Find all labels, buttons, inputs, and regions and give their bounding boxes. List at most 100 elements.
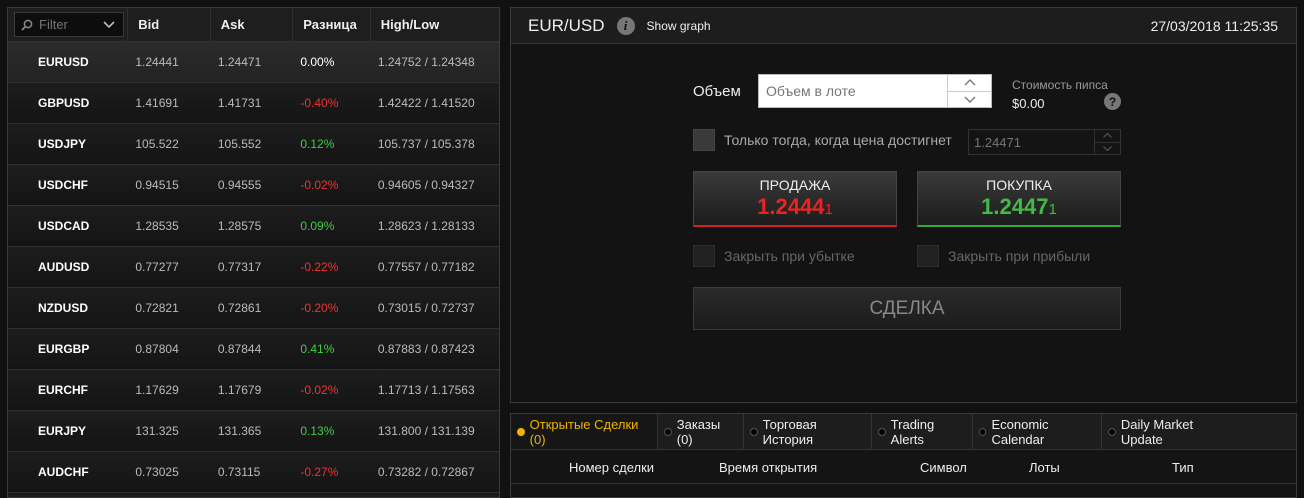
tab-daily-market-update[interactable]: Daily Market Update [1102,414,1242,449]
col-symbol[interactable]: Символ [920,460,967,475]
sell-label: ПРОДАЖА [759,177,831,193]
pip-cost-label: Стоимость пипса [1012,78,1108,92]
info-icon[interactable]: i [616,16,635,35]
col-change[interactable]: Разница [292,8,370,41]
chevron-down-icon[interactable] [948,92,991,108]
tab-orders[interactable]: Заказы (0) [658,414,744,449]
quotes-panel: Bid Ask Разница High/Low EURUSD 1.24441 1.… [7,7,500,498]
col-type[interactable]: Тип [1172,460,1194,475]
sell-price-pip: 1 [824,201,833,218]
datetime: 27/03/2018 11:25:35 [1150,17,1278,34]
sell-button[interactable]: ПРОДАЖА 1.24441 [693,171,897,227]
quote-symbol: EURGBP [38,342,90,356]
chevron-down-icon[interactable] [103,18,117,32]
quote-ask: 0.94555 [217,178,262,192]
quote-bid: 1.28535 [135,219,179,233]
quote-highlow: 0.94605 / 0.94327 [377,178,475,192]
quote-row-audchf[interactable]: AUDCHF 0.73025 0.73115 -0.27% 0.73282 / 0.72… [8,452,499,493]
pip-cost-value: $0.00 [1012,96,1045,111]
quote-highlow: 0.73015 / 0.72737 [377,301,475,315]
positions-panel: Открытые Сделки (0) Заказы (0) Торговая … [510,413,1297,498]
buy-price-pip: 1 [1048,201,1057,218]
help-icon[interactable]: ? [1104,93,1121,110]
quote-symbol: USDCAD [38,219,90,233]
quote-symbol: GBPUSD [38,96,90,110]
quote-change: -0.40% [300,96,339,110]
quote-change: -0.22% [300,260,339,274]
quote-row-usdjpy[interactable]: USDJPY 105.522 105.552 0.12% 105.737 / 105.3… [8,124,499,165]
quote-highlow: 1.42422 / 1.41520 [377,96,475,110]
condition-price-field[interactable] [968,129,1121,155]
sell-price: 1.24441 [757,194,833,220]
quote-highlow: 0.87883 / 0.87423 [377,342,475,356]
quote-symbol: EURJPY [38,424,87,438]
quote-row-gbpusd[interactable]: GBPUSD 1.41691 1.41731 -0.40% 1.42422 / 1.41… [8,83,499,124]
quote-row-audusd[interactable]: AUDUSD 0.77277 0.77317 -0.22% 0.77557 / 0.77… [8,247,499,288]
quote-symbol: AUDUSD [38,260,90,274]
positions-tabs: Открытые Сделки (0) Заказы (0) Торговая … [511,414,1296,450]
quote-ask: 0.73115 [217,465,261,479]
filter-input[interactable] [39,17,95,32]
quotes-list: EURUSD 1.24441 1.24471 0.00% 1.24752 / 1.243… [8,42,499,493]
status-dot-icon [517,427,525,436]
show-graph-link[interactable]: Show graph [647,19,711,33]
volume-field[interactable] [758,74,992,108]
quote-row-nzdusd[interactable]: NZDUSD 0.72821 0.72861 -0.20% 0.73015 / 0.72… [8,288,499,329]
buy-price: 1.24471 [981,194,1057,220]
condition-checkbox[interactable] [693,129,715,151]
tab-label: Trading Alerts [890,416,935,447]
quote-row-eurjpy[interactable]: EURJPY 131.325 131.365 0.13% 131.800 / 131.1… [8,411,499,452]
quote-row-eurchf[interactable]: EURCHF 1.17629 1.17679 -0.02% 1.17713 / 1.17… [8,370,499,411]
quote-ask: 1.17679 [217,383,262,397]
chevron-up-icon[interactable] [948,75,991,92]
tab-economic-calendar[interactable]: Economic Calendar [973,414,1102,449]
quote-symbol: USDCHF [38,178,88,192]
volume-stepper[interactable] [947,75,991,107]
col-highlow[interactable]: High/Low [369,8,499,41]
quote-row-usdchf[interactable]: USDCHF 0.94515 0.94555 -0.02% 0.94605 / 0.94… [8,165,499,206]
col-bid[interactable]: Bid [127,8,210,41]
col-trade-number[interactable]: Номер сделки [569,460,654,475]
deal-button[interactable]: СДЕЛКА [693,287,1121,330]
take-profit-label: Закрыть при прибыли [948,248,1091,264]
tab-trade-history[interactable]: Торговая История [744,414,872,449]
chevron-down-icon[interactable] [1095,143,1120,155]
condition-label: Только тогда, когда цена достигнет [724,132,952,148]
condition-stepper[interactable] [1094,130,1120,154]
quote-bid: 1.17629 [135,383,179,397]
chevron-up-icon[interactable] [1095,130,1120,143]
volume-label: Объем [693,83,741,100]
stop-loss-checkbox[interactable] [693,245,715,267]
quote-bid: 0.73025 [135,465,179,479]
quote-bid: 1.24441 [135,55,179,69]
quote-change: -0.27% [300,465,339,479]
tab-open-trades[interactable]: Открытые Сделки (0) [511,414,658,449]
quote-row-eurusd[interactable]: EURUSD 1.24441 1.24471 0.00% 1.24752 / 1.243… [8,42,499,83]
condition-price-input[interactable] [969,130,1094,154]
buy-button[interactable]: ПОКУПКА 1.24471 [917,171,1121,227]
tab-label: Заказы (0) [676,416,721,447]
trade-panel: EUR/USD i Show graph 27/03/2018 11:25:35… [510,7,1297,403]
filter-box[interactable] [14,12,124,37]
volume-input[interactable] [759,75,947,107]
take-profit-checkbox[interactable] [917,245,939,267]
pair-title: EUR/USD [528,15,605,35]
tab-label: Economic Calendar [991,416,1049,447]
col-lots[interactable]: Лоты [1029,460,1060,475]
quote-bid: 0.94515 [135,178,179,192]
quote-change: 0.09% [300,219,335,233]
col-open-time[interactable]: Время открытия [719,460,817,475]
quote-bid: 1.41691 [135,96,179,110]
quote-symbol: EURCHF [38,383,88,397]
quote-row-usdcad[interactable]: USDCAD 1.28535 1.28575 0.09% 1.28623 / 1.281… [8,206,499,247]
tab-label: Открытые Сделки (0) [529,416,639,447]
quote-row-eurgbp[interactable]: EURGBP 0.87804 0.87844 0.41% 0.87883 / 0.874… [8,329,499,370]
tab-label: Торговая История [762,416,817,447]
quote-change: 0.12% [300,137,335,151]
quote-highlow: 0.77557 / 0.77182 [377,260,475,274]
quote-change: -0.02% [300,383,339,397]
tab-trading-alerts[interactable]: Trading Alerts [872,414,973,449]
tab-label: Daily Market Update [1120,416,1194,447]
col-ask[interactable]: Ask [209,8,293,41]
trade-header: EUR/USD i Show graph 27/03/2018 11:25:35 [511,8,1296,44]
